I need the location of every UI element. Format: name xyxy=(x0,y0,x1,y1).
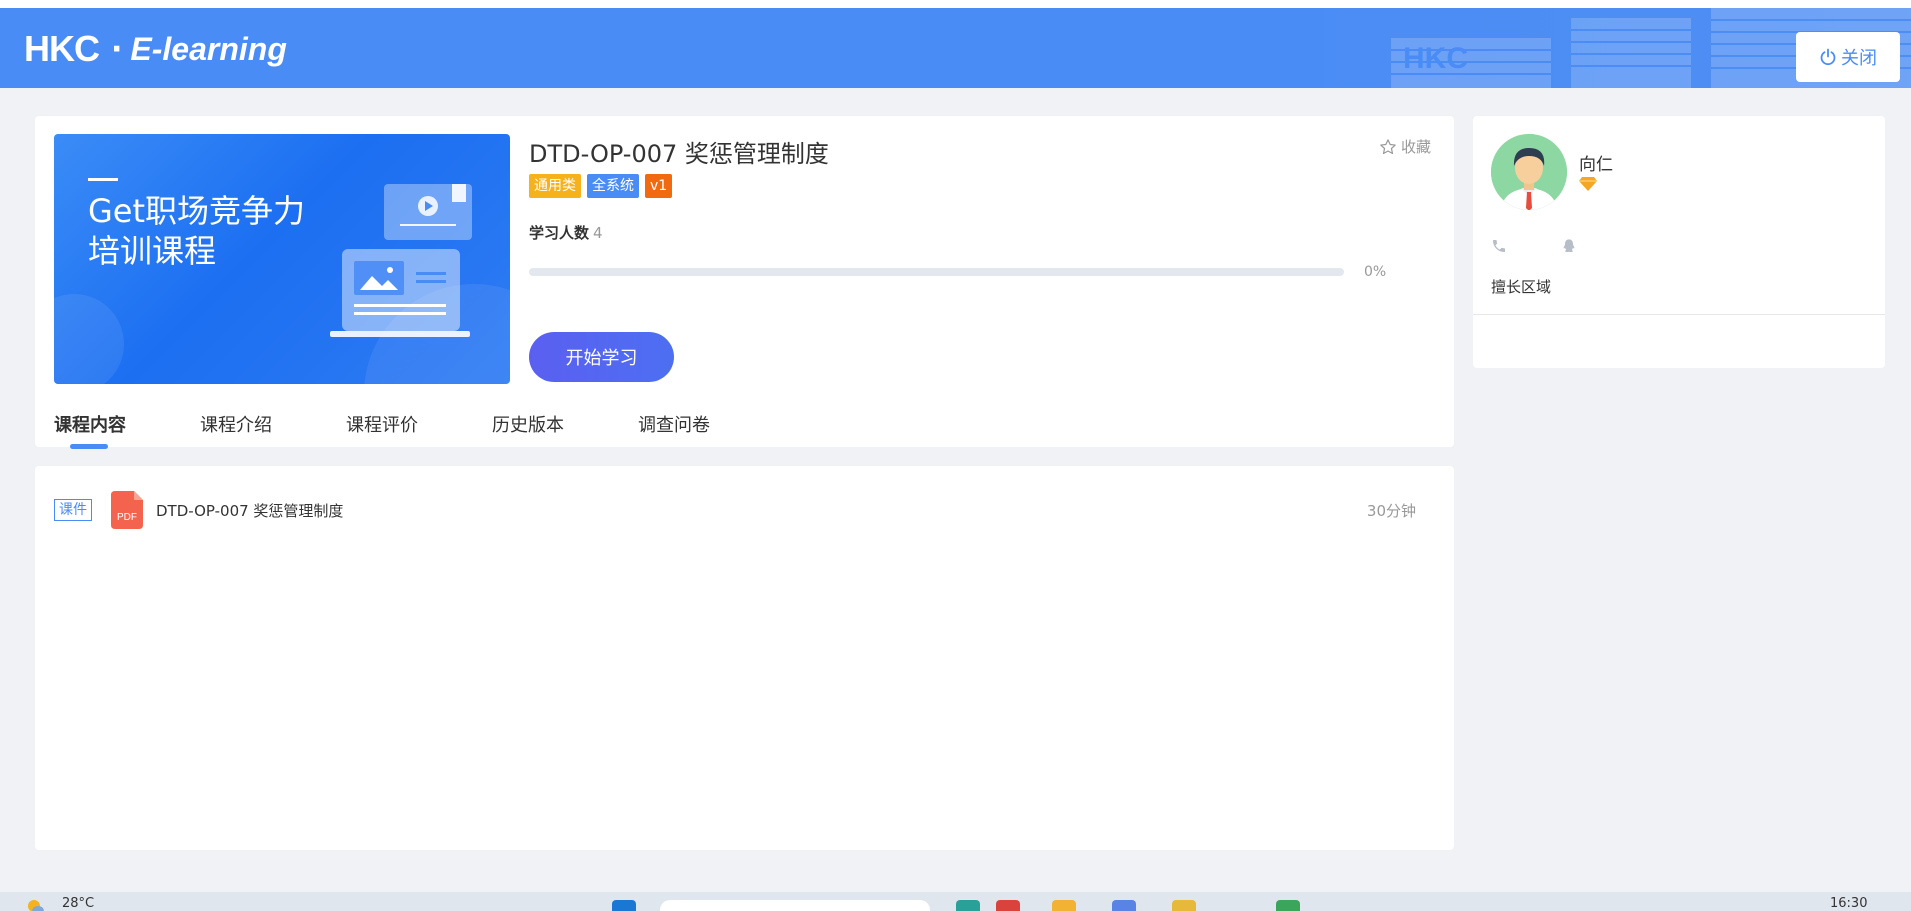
tab-course-intro[interactable]: 课程介绍 xyxy=(200,411,272,437)
vip-gem-icon xyxy=(1579,176,1597,196)
tag-version: v1 xyxy=(645,174,673,198)
tag-category: 通用类 xyxy=(529,174,581,198)
os-taskbar: 28°C 16:30 xyxy=(0,892,1911,911)
progress-percent: 0% xyxy=(1364,264,1387,280)
learner-count: 学习人数 4 xyxy=(529,222,603,243)
courseware-badge: 课件 xyxy=(54,499,92,521)
weather-icon[interactable] xyxy=(24,896,50,911)
courseware-duration: 30分钟 xyxy=(1366,501,1416,520)
favorite-button[interactable]: 收藏 xyxy=(1379,136,1431,157)
logo-brand: HKC xyxy=(24,28,100,69)
close-button[interactable]: 关闭 xyxy=(1796,32,1900,82)
power-icon xyxy=(1820,48,1836,66)
star-icon xyxy=(1380,138,1396,154)
app-header: HKC HKC · E-learning 关闭 xyxy=(0,8,1911,88)
pdf-file-icon: PDF xyxy=(111,491,143,529)
svg-text:PDF: PDF xyxy=(117,512,137,523)
start-learning-button[interactable]: 开始学习 xyxy=(529,332,674,382)
tab-course-content[interactable]: 课程内容 xyxy=(54,411,126,449)
courseware-title[interactable]: DTD-OP-007 奖惩管理制度 xyxy=(156,500,343,521)
avatar[interactable] xyxy=(1491,134,1567,210)
taskbar-clock: 16:30 xyxy=(1830,896,1868,911)
cover-dash xyxy=(88,178,118,181)
progress-bar xyxy=(529,268,1344,276)
qq-icon[interactable] xyxy=(1561,238,1577,258)
divider xyxy=(1473,314,1885,315)
tab-survey[interactable]: 调查问卷 xyxy=(638,411,710,437)
tag-scope: 全系统 xyxy=(587,174,639,198)
start-menu-icon[interactable] xyxy=(612,900,636,911)
course-title: DTD-OP-007 奖惩管理制度 xyxy=(529,140,829,168)
course-tabs: 课程内容 课程介绍 课程评价 历史版本 调查问卷 xyxy=(54,411,784,449)
app-icon[interactable] xyxy=(956,900,980,911)
cover-caption: Get职场竞争力 培训课程 xyxy=(88,178,305,271)
taskbar-search-input[interactable] xyxy=(660,900,930,911)
course-cover-image: Get职场竞争力 培训课程 xyxy=(54,134,510,384)
app-icon[interactable] xyxy=(996,900,1020,911)
svg-text:HKC: HKC xyxy=(1403,42,1468,75)
course-content-panel: 课件 PDF DTD-OP-007 奖惩管理制度 30分钟 xyxy=(35,466,1454,850)
instructor-card: 向仁 擅长区域 xyxy=(1473,116,1885,368)
logo-separator: · xyxy=(111,31,123,67)
course-tags: 通用类 全系统 v1 xyxy=(529,174,673,198)
learner-count-label: 学习人数 xyxy=(529,224,590,242)
list-item[interactable]: 课件 PDF DTD-OP-007 奖惩管理制度 30分钟 xyxy=(54,490,1434,530)
tab-history-version[interactable]: 历史版本 xyxy=(492,411,564,437)
app-icon[interactable] xyxy=(1276,900,1300,911)
close-button-label: 关闭 xyxy=(1841,48,1877,69)
folder-icon[interactable] xyxy=(1052,900,1076,911)
tab-course-review[interactable]: 课程评价 xyxy=(346,411,418,437)
favorite-label: 收藏 xyxy=(1401,138,1432,156)
expertise-label: 擅长区域 xyxy=(1491,278,1552,296)
app-logo[interactable]: HKC · E-learning xyxy=(24,28,287,70)
browser-top-strip xyxy=(0,0,1911,8)
course-detail-card: Get职场竞争力 培训课程 DTD-OP-007 奖惩管理制度 通用类 全系统 … xyxy=(35,116,1454,449)
cover-line-2: 培训课程 xyxy=(88,232,217,270)
taskbar-weather[interactable]: 28°C xyxy=(62,896,94,911)
logo-product: E-learning xyxy=(130,30,287,67)
cover-line-1: Get职场竞争力 xyxy=(88,192,306,230)
instructor-name: 向仁 xyxy=(1579,155,1613,175)
app-icon[interactable] xyxy=(1112,900,1136,911)
avatar-illustration xyxy=(1491,134,1567,210)
phone-icon[interactable] xyxy=(1491,238,1507,258)
learner-count-value: 4 xyxy=(593,224,603,242)
app-icon[interactable] xyxy=(1172,900,1196,911)
